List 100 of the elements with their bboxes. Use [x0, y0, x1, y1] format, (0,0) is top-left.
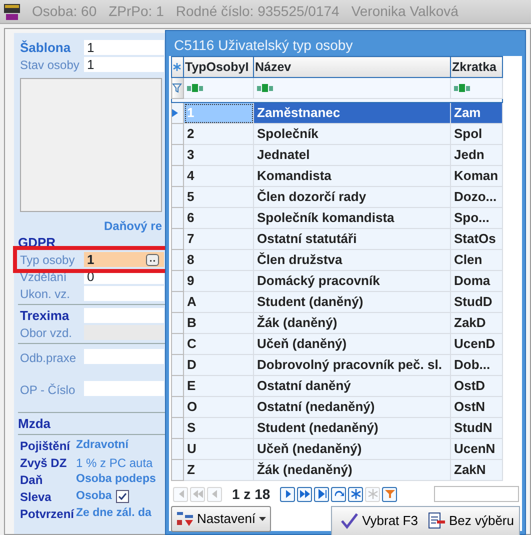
table-cell[interactable]: C [184, 334, 254, 354]
table-cell[interactable]: StatOs [450, 228, 502, 250]
table-cell[interactable]: 7 [184, 228, 254, 250]
fast-forward-button[interactable] [297, 486, 312, 502]
field-label: Obor vzd. [19, 324, 74, 342]
table-cell[interactable]: Jedn [450, 144, 502, 166]
ellipsis-button[interactable] [146, 254, 159, 266]
field-value: 1 % z PC auta [76, 454, 153, 472]
table-cell[interactable]: Zam [450, 102, 502, 124]
last-button[interactable] [314, 486, 330, 502]
field-label: Sleva [19, 488, 52, 506]
table-cell[interactable]: 2 [184, 124, 254, 144]
table-cell[interactable]: 5 [184, 186, 254, 208]
checkbox[interactable] [116, 490, 129, 503]
table-cell[interactable]: Dozo... [450, 186, 502, 208]
table-cell[interactable]: Ostatní statutáři [254, 228, 450, 250]
table-cell[interactable]: A [184, 292, 254, 312]
table-cell[interactable]: Dob... [450, 354, 502, 376]
table-cell[interactable]: Člen družstva [254, 250, 450, 270]
table-cell[interactable]: Žák (nedaněný) [254, 460, 450, 480]
table-cell[interactable]: Učeň (daněný) [254, 334, 450, 354]
horizontal-scrollbar[interactable] [434, 486, 519, 502]
table-cell[interactable]: O [184, 396, 254, 418]
input-field[interactable] [84, 286, 164, 301]
column-header[interactable]: TypOsobyI [184, 56, 254, 78]
next-button[interactable] [280, 486, 296, 502]
table-cell[interactable]: E [184, 376, 254, 396]
filter-icon [384, 488, 396, 500]
table-cell[interactable]: 9 [184, 270, 254, 292]
table-cell[interactable]: ZakD [450, 312, 502, 334]
table-cell[interactable]: Ostatní (nedaněný) [254, 396, 450, 418]
table-cell[interactable]: Spol [450, 124, 502, 144]
title-field: ZPrPo: 1 [108, 1, 164, 22]
field-label: Stav osoby [19, 56, 80, 74]
table-cell[interactable]: Člen dozorčí rady [254, 186, 450, 208]
table-cell[interactable]: D [184, 354, 254, 376]
input-field[interactable] [84, 349, 164, 364]
table-cell[interactable]: Ostatní daněný [254, 376, 450, 396]
input-field[interactable] [84, 308, 164, 323]
table-cell[interactable]: 3 [184, 144, 254, 166]
table-cell[interactable]: Clen [450, 250, 502, 270]
table-cell[interactable]: Jednatel [254, 144, 450, 166]
table-cell[interactable]: OstN [450, 396, 502, 418]
filter-icon[interactable] [172, 83, 182, 93]
table-cell[interactable]: UcenN [450, 438, 502, 460]
column-header[interactable]: Zkratka [450, 56, 502, 78]
table-cell[interactable]: Domácký pracovník [254, 270, 450, 292]
table-cell[interactable]: OstD [450, 376, 502, 396]
page-counter: 1 z 18 [232, 484, 270, 504]
table-cell[interactable]: StudD [450, 292, 502, 312]
title-field: Rodné číslo: 935525/0174 [176, 1, 340, 22]
text-filter-icon[interactable] [257, 84, 273, 92]
text-filter-icon[interactable] [454, 84, 470, 92]
title-field: Osoba: 60 [32, 1, 97, 22]
input-field[interactable] [84, 381, 164, 396]
table-cell[interactable]: Student (nedaněný) [254, 418, 450, 438]
table-cell[interactable]: StudN [450, 418, 502, 438]
caret-icon [258, 517, 266, 521]
app-icon [4, 1, 20, 22]
table-cell[interactable]: 6 [184, 208, 254, 228]
select-button[interactable]: Vybrat F3 [333, 508, 422, 534]
field-label: Pojištění [19, 438, 72, 454]
table-cell[interactable]: Žák (daněný) [254, 312, 450, 334]
field-label: Potvrzení [19, 506, 76, 522]
asterisk-button[interactable] [348, 486, 364, 502]
table-cell[interactable]: U [184, 438, 254, 460]
input-field[interactable]: 1 [84, 40, 164, 55]
field-value: Osoba [76, 488, 112, 504]
table-cell[interactable]: Dobrovolný pracovník peč. sl. [254, 354, 450, 376]
table-cell[interactable]: Společník komandista [254, 208, 450, 228]
table-cell[interactable]: 4 [184, 166, 254, 186]
no-selection-button[interactable]: Bez výběru [424, 508, 518, 534]
section-caption: Daňový re [103, 218, 164, 234]
column-header[interactable]: Název [254, 56, 450, 78]
table-cell[interactable]: Spo... [450, 208, 502, 228]
table-cell[interactable]: Komandista [254, 166, 450, 186]
table-cell[interactable]: 8 [184, 250, 254, 270]
table-cell[interactable]: Doma [450, 270, 502, 292]
table-cell[interactable]: B [184, 312, 254, 334]
section-heading: Mzda [18, 414, 50, 433]
table-cell[interactable]: UcenD [450, 334, 502, 354]
table-cell[interactable]: ZakN [450, 460, 502, 480]
filter-button[interactable] [382, 486, 398, 502]
input-field[interactable]: 1 [84, 57, 164, 72]
refresh-button[interactable] [331, 486, 346, 502]
field-label: Šablona [19, 38, 72, 57]
input-field[interactable]: 1 [84, 252, 164, 267]
table-cell[interactable]: Společník [254, 124, 450, 144]
table-cell[interactable]: Zaměstnanec [254, 102, 450, 124]
text-filter-icon[interactable] [187, 84, 203, 92]
table-cell[interactable]: Z [184, 460, 254, 480]
table-cell[interactable]: S [184, 418, 254, 438]
table-cell[interactable]: Učeň (nedaněný) [254, 438, 450, 460]
title-field: Veronika Valková [351, 1, 458, 22]
rewind-icon [192, 488, 204, 500]
table-cell[interactable]: Student (daněný) [254, 292, 450, 312]
table-cell[interactable]: Koman [450, 166, 502, 186]
row-pointer-icon [172, 109, 178, 117]
settings-icon [176, 511, 194, 527]
settings-button[interactable]: Nastavení [171, 506, 271, 532]
